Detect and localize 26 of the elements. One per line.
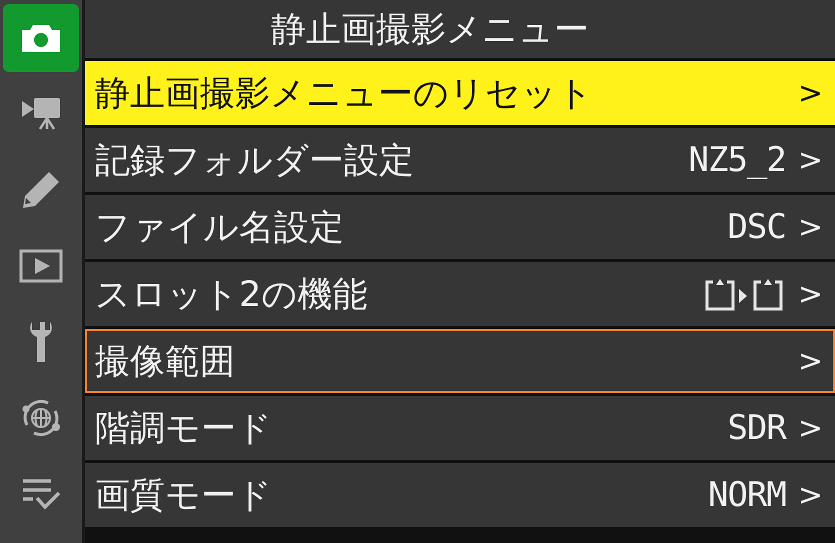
camera-icon xyxy=(20,22,62,54)
menu-tab[interactable] xyxy=(3,4,79,72)
setting-value: NZ5_2 xyxy=(688,140,786,180)
chevron-icon: > xyxy=(798,410,823,446)
menu-item[interactable]: 画質モード NORM > xyxy=(85,463,835,527)
chevron-icon: > xyxy=(798,210,823,244)
chevron-icon: > xyxy=(798,276,823,312)
menu-item[interactable]: 階調モード SDR > xyxy=(85,396,835,460)
chevron-icon: > xyxy=(798,344,823,378)
checklist-icon xyxy=(21,478,61,510)
pencil-icon xyxy=(21,170,61,210)
wrench-icon xyxy=(29,320,53,364)
menu-item[interactable]: 記録フォルダー設定 NZ5_2 > xyxy=(85,128,835,192)
movie-camera-icon xyxy=(20,97,62,131)
playback-icon xyxy=(19,249,63,283)
chevron-icon: > xyxy=(798,478,823,512)
setting-value: DSC xyxy=(727,207,786,247)
chevron-icon: > xyxy=(798,142,823,178)
chevron-icon: > xyxy=(798,76,823,110)
setting-value: SDR xyxy=(727,408,786,448)
menu-item[interactable]: スロット2の機能 > xyxy=(85,262,835,326)
setting-value: NORM xyxy=(708,475,786,515)
menu-item[interactable]: ファイル名設定 DSC > xyxy=(85,195,835,259)
menu-title: 静止画撮影メニュー xyxy=(85,0,835,58)
menu-item[interactable]: 静止画撮影メニューのリセット > xyxy=(85,61,835,125)
menu-item[interactable]: 撮像範囲 > xyxy=(85,329,835,393)
